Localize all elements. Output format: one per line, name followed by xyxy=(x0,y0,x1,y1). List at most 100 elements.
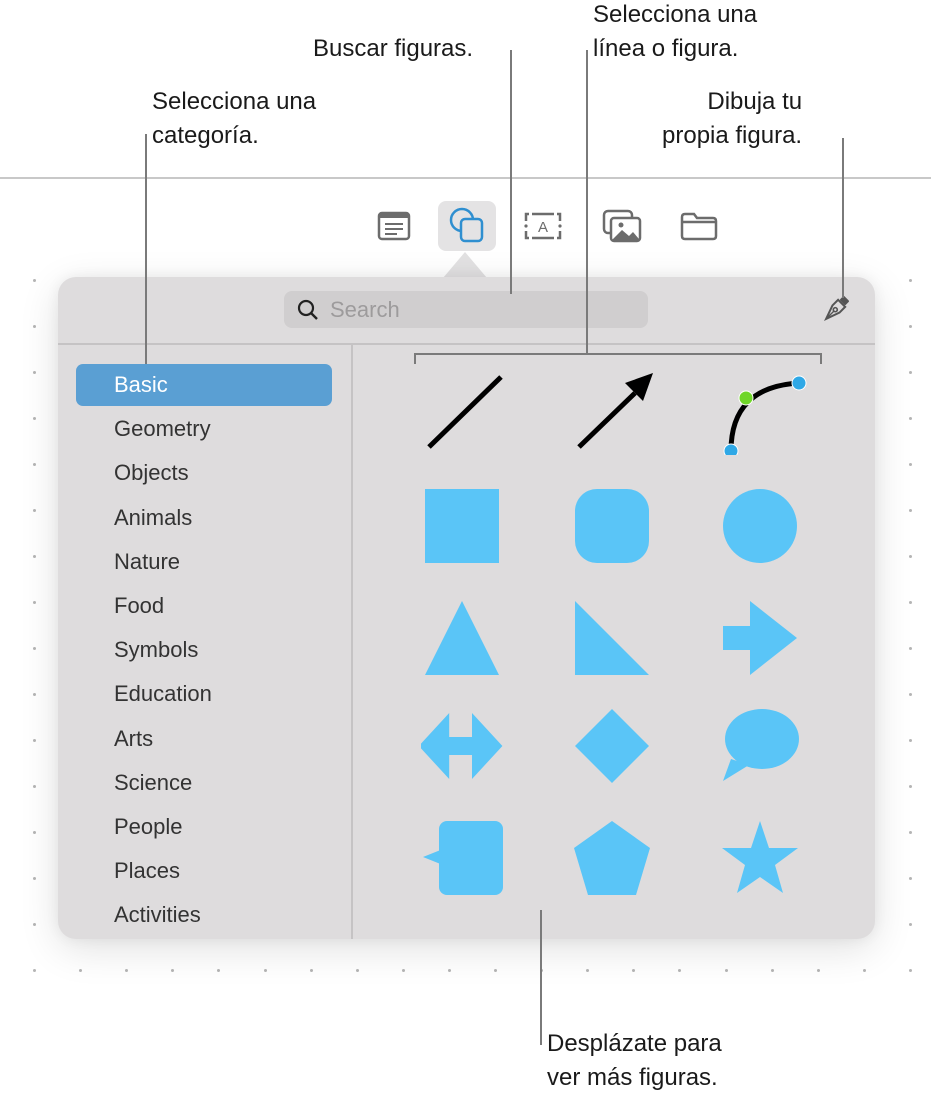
toolbar-folder-button[interactable] xyxy=(670,201,728,251)
grid-dot xyxy=(909,831,912,834)
leader-scroll xyxy=(540,910,542,1045)
shape-arrow-right[interactable] xyxy=(719,597,801,679)
callout-square-icon xyxy=(423,821,503,895)
grid-dot xyxy=(33,417,36,420)
curve-icon xyxy=(723,375,807,459)
toolbar-media-button[interactable] xyxy=(593,201,651,251)
callout-select-category: Selecciona una categoría. xyxy=(152,88,317,149)
grid-dot xyxy=(863,969,866,972)
grid-dot xyxy=(33,785,36,788)
draw-shape-button[interactable] xyxy=(820,293,852,325)
category-item-symbols[interactable]: Symbols xyxy=(76,629,332,671)
shape-line[interactable] xyxy=(421,369,503,451)
square-icon xyxy=(425,489,499,563)
category-label: Arts xyxy=(114,725,154,751)
shape-callout-square[interactable] xyxy=(421,817,503,899)
svg-text:A: A xyxy=(538,219,548,236)
canvas-top-border xyxy=(0,177,931,179)
text-field-icon: A xyxy=(524,212,562,240)
shape-double-arrow[interactable] xyxy=(418,705,503,787)
category-item-education[interactable]: Education xyxy=(76,673,332,715)
category-label: Animals xyxy=(114,504,193,530)
shape-pentagon[interactable] xyxy=(571,817,653,899)
shape-diamond[interactable] xyxy=(571,705,653,787)
category-item-objects[interactable]: Objects xyxy=(76,452,332,494)
grid-dot xyxy=(310,969,313,972)
shape-rounded-square[interactable] xyxy=(571,485,653,567)
grid-dot xyxy=(678,969,681,972)
right-triangle-icon xyxy=(575,601,649,675)
grid-dot xyxy=(909,877,912,880)
category-item-places[interactable]: Places xyxy=(76,850,332,892)
category-item-animals[interactable]: Animals xyxy=(76,497,332,539)
popover-sidebar-divider xyxy=(351,345,353,939)
arrow-line-icon xyxy=(577,373,653,449)
callout-draw-own-shape: Dibuja tu propia figura. xyxy=(662,88,803,149)
toolbar-text-box-button[interactable] xyxy=(365,201,423,251)
grid-dot xyxy=(33,969,36,972)
callout-search-shapes: Buscar figuras. xyxy=(313,35,474,62)
category-label: Science xyxy=(114,769,193,795)
search-field[interactable] xyxy=(284,291,648,328)
grid-dot xyxy=(33,923,36,926)
category-item-food[interactable]: Food xyxy=(76,585,332,627)
shape-square[interactable] xyxy=(421,485,503,567)
grid-dot xyxy=(33,693,36,696)
grid-dot xyxy=(79,969,82,972)
grid-dot xyxy=(725,969,728,972)
category-item-geometry[interactable]: Geometry xyxy=(76,408,332,450)
category-label: Nature xyxy=(114,548,181,574)
toolbar-text-field-button[interactable]: A xyxy=(514,201,572,251)
category-item-science[interactable]: Science xyxy=(76,762,332,804)
grid-dot xyxy=(817,969,820,972)
folder-icon xyxy=(680,212,718,241)
shape-triangle[interactable] xyxy=(421,597,503,679)
grid-dot xyxy=(33,739,36,742)
grid-dot xyxy=(909,371,912,374)
grid-dot xyxy=(33,647,36,650)
media-icon xyxy=(602,209,642,243)
category-item-basic[interactable]: Basic xyxy=(76,364,332,406)
shape-speech-bubble[interactable] xyxy=(719,705,801,787)
double-arrow-icon xyxy=(418,713,503,779)
speech-bubble-icon xyxy=(723,709,799,781)
category-item-arts[interactable]: Arts xyxy=(76,718,332,760)
category-label: Geometry xyxy=(114,416,211,442)
category-label: Basic xyxy=(114,372,168,397)
grid-dot xyxy=(909,463,912,466)
grid-dot xyxy=(909,325,912,328)
pen-icon xyxy=(823,295,850,322)
shape-star[interactable] xyxy=(719,817,801,899)
triangle-icon xyxy=(425,601,499,675)
category-label: Food xyxy=(114,593,165,618)
arrow-right-icon xyxy=(723,601,797,675)
grid-dot xyxy=(33,371,36,374)
grid-dot xyxy=(33,555,36,558)
leader-draw xyxy=(842,138,844,298)
popover-pointer xyxy=(443,252,487,278)
grid-dot xyxy=(909,509,912,512)
circle-icon xyxy=(723,489,797,563)
category-item-nature[interactable]: Nature xyxy=(76,541,332,583)
leader-search xyxy=(510,50,512,294)
category-label: People xyxy=(114,814,183,839)
grid-dot xyxy=(909,739,912,742)
grid-dot xyxy=(125,969,128,972)
toolbar-shapes-button[interactable] xyxy=(438,201,496,251)
grid-dot xyxy=(33,463,36,466)
grid-dot xyxy=(33,325,36,328)
category-item-activities[interactable]: Activities xyxy=(76,894,332,936)
pentagon-icon xyxy=(574,821,650,895)
popover-header-divider xyxy=(58,343,875,345)
shape-curve[interactable] xyxy=(719,369,807,459)
grid-dot xyxy=(356,969,359,972)
search-icon xyxy=(297,299,318,320)
shape-arrow-line[interactable] xyxy=(571,369,653,451)
grid-dot xyxy=(909,555,912,558)
callout-select-line-shape: Selecciona una línea o figura. xyxy=(593,1,758,62)
category-label: Symbols xyxy=(114,637,199,663)
shape-right-triangle[interactable] xyxy=(571,597,653,679)
category-item-people[interactable]: People xyxy=(76,806,332,848)
shape-circle[interactable] xyxy=(719,485,801,567)
grid-dot xyxy=(264,969,267,972)
